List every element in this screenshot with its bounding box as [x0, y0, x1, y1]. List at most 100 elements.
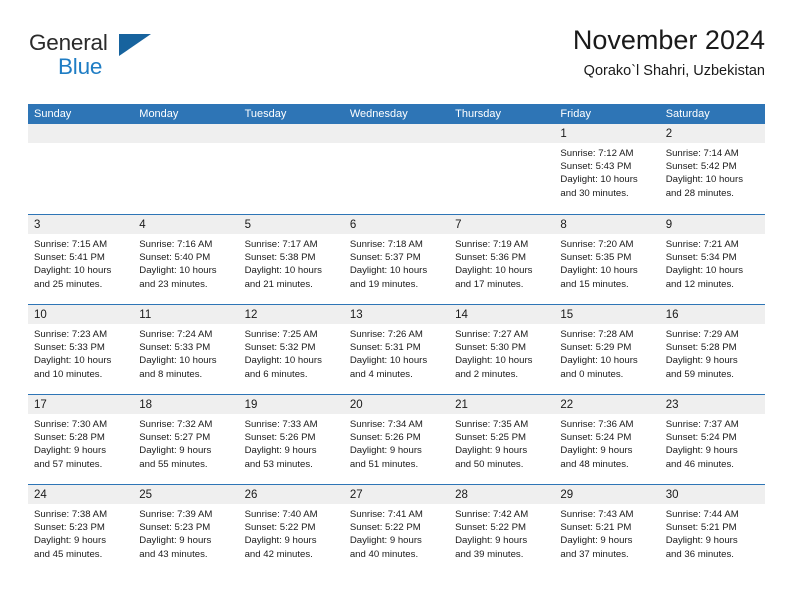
sunset-text: Sunset: 5:34 PM — [665, 252, 737, 264]
day-number-band: 2 — [659, 124, 765, 143]
sunset-text: Sunset: 5:29 PM — [560, 342, 632, 354]
logo-text-general: General — [29, 30, 108, 55]
calendar-day-cell[interactable]: 14 Sunrise: 7:27 AM Sunset: 5:30 PM Dayligh… — [449, 305, 555, 394]
calendar-day-cell[interactable]: 25 Sunrise: 7:39 AM Sunset: 5:23 PM Dayligh… — [133, 485, 239, 574]
calendar-day-cell[interactable]: 5 Sunrise: 7:17 AM Sunset: 5:38 PM Daylight… — [238, 215, 344, 304]
day-number-band: 11 — [133, 305, 239, 324]
calendar-day-cell[interactable]: 29 Sunrise: 7:43 AM Sunset: 5:21 PM Dayligh… — [554, 485, 660, 574]
daylight-text-cont: and 30 minutes. — [560, 187, 629, 199]
sunrise-text: Sunrise: 7:43 AM — [560, 509, 634, 520]
daylight-text: Daylight: 9 hours — [349, 535, 422, 547]
sunset-text: Sunset: 5:35 PM — [560, 252, 632, 264]
sunrise-text: Sunrise: 7:18 AM — [349, 239, 423, 250]
day-number: 25 — [139, 489, 153, 501]
sunrise-text: Sunrise: 7:25 AM — [244, 329, 318, 340]
day-number-band: 1 — [554, 124, 660, 143]
day-number: 22 — [560, 399, 574, 411]
day-number-band: 18 — [133, 395, 239, 414]
day-details — [133, 143, 238, 147]
day-details: Sunrise: 7:42 AM Sunset: 5:22 PM Daylight:… — [449, 504, 554, 561]
sunset-text: Sunset: 5:40 PM — [139, 252, 211, 264]
daylight-text-cont: and 25 minutes. — [34, 278, 103, 290]
day-number-band: 8 — [554, 215, 660, 234]
calendar-day-cell[interactable]: 18 Sunrise: 7:32 AM Sunset: 5:27 PM Dayligh… — [133, 395, 239, 484]
day-number-band: 21 — [449, 395, 555, 414]
day-number-band: 5 — [238, 215, 344, 234]
day-number-band: 12 — [238, 305, 344, 324]
calendar-day-cell[interactable]: 3 Sunrise: 7:15 AM Sunset: 5:41 PM Daylight… — [28, 215, 134, 304]
sunrise-text: Sunrise: 7:15 AM — [34, 239, 108, 250]
calendar-day-cell[interactable]: 15 Sunrise: 7:28 AM Sunset: 5:29 PM Dayligh… — [554, 305, 660, 394]
calendar-day-cell[interactable]: 26 Sunrise: 7:40 AM Sunset: 5:22 PM Dayligh… — [238, 485, 344, 574]
sunrise-text: Sunrise: 7:19 AM — [455, 239, 529, 250]
calendar-day-cell[interactable]: 2 Sunrise: 7:14 AM Sunset: 5:42 PM Daylight… — [659, 124, 765, 214]
day-number: 27 — [349, 489, 363, 501]
calendar-day-cell[interactable]: 11 Sunrise: 7:24 AM Sunset: 5:33 PM Dayligh… — [133, 305, 239, 394]
sunrise-text: Sunrise: 7:39 AM — [139, 509, 213, 520]
day-number: 12 — [244, 309, 258, 321]
calendar-day-cell[interactable]: 20 Sunrise: 7:34 AM Sunset: 5:26 PM Dayligh… — [343, 395, 450, 484]
calendar-day-cell[interactable]: 17 Sunrise: 7:30 AM Sunset: 5:28 PM Dayligh… — [28, 395, 134, 484]
daylight-text-cont: and 45 minutes. — [34, 548, 103, 560]
day-number: 17 — [34, 399, 47, 411]
calendar-day-cell[interactable]: 13 Sunrise: 7:26 AM Sunset: 5:31 PM Dayligh… — [343, 305, 450, 394]
daylight-text-cont: and 57 minutes. — [34, 458, 103, 470]
calendar-day-cell[interactable]: 28 Sunrise: 7:42 AM Sunset: 5:22 PM Dayligh… — [449, 485, 555, 574]
calendar-day-cell[interactable]: 12 Sunrise: 7:25 AM Sunset: 5:32 PM Dayligh… — [238, 305, 344, 394]
calendar-day-cell[interactable]: 10 Sunrise: 7:23 AM Sunset: 5:33 PM Dayligh… — [28, 305, 134, 394]
day-number: 1 — [560, 128, 567, 140]
daylight-text: Daylight: 10 hours — [560, 355, 638, 367]
daylight-text: Daylight: 9 hours — [455, 535, 528, 547]
day-number-band: 22 — [554, 395, 660, 414]
daylight-text-cont: and 43 minutes. — [139, 548, 208, 560]
daylight-text-cont: and 17 minutes. — [455, 278, 524, 290]
daylight-text: Daylight: 9 hours — [455, 445, 528, 457]
daylight-text: Daylight: 9 hours — [139, 445, 212, 457]
day-details: Sunrise: 7:21 AM Sunset: 5:34 PM Daylight:… — [660, 234, 765, 291]
daylight-text-cont: and 53 minutes. — [244, 458, 313, 470]
daylight-text-cont: and 2 minutes. — [455, 368, 519, 380]
calendar-day-cell[interactable]: 21 Sunrise: 7:35 AM Sunset: 5:25 PM Dayligh… — [449, 395, 555, 484]
day-number: 7 — [455, 219, 462, 231]
calendar-day-cell[interactable]: 6 Sunrise: 7:18 AM Sunset: 5:37 PM Daylight… — [343, 215, 450, 304]
calendar-day-cell[interactable]: 30 Sunrise: 7:44 AM Sunset: 5:21 PM Dayligh… — [659, 485, 765, 574]
daylight-text-cont: and 21 minutes. — [244, 278, 313, 290]
calendar-day-cell[interactable]: 19 Sunrise: 7:33 AM Sunset: 5:26 PM Dayligh… — [238, 395, 344, 484]
daylight-text-cont: and 4 minutes. — [349, 368, 413, 380]
weekday-header-friday: Friday — [560, 108, 591, 120]
day-number: 4 — [139, 219, 146, 231]
calendar-day-cell[interactable]: 1 Sunrise: 7:12 AM Sunset: 5:43 PM Daylight… — [554, 124, 660, 214]
sunrise-text: Sunrise: 7:20 AM — [560, 239, 634, 250]
day-details: Sunrise: 7:12 AM Sunset: 5:43 PM Daylight:… — [554, 143, 659, 200]
daylight-text-cont: and 12 minutes. — [665, 278, 734, 290]
sunset-text: Sunset: 5:24 PM — [560, 432, 632, 444]
day-details — [28, 143, 133, 147]
calendar-day-cell[interactable]: 7 Sunrise: 7:19 AM Sunset: 5:36 PM Daylight… — [449, 215, 555, 304]
sunset-text: Sunset: 5:28 PM — [34, 432, 105, 444]
day-details: Sunrise: 7:38 AM Sunset: 5:23 PM Daylight:… — [28, 504, 133, 561]
day-number-band: 30 — [659, 485, 765, 504]
general-blue-logo[interactable]: General Blue — [28, 30, 168, 88]
calendar-day-cell[interactable]: 8 Sunrise: 7:20 AM Sunset: 5:35 PM Daylight… — [554, 215, 660, 304]
sunset-text: Sunset: 5:23 PM — [34, 522, 105, 534]
day-details: Sunrise: 7:24 AM Sunset: 5:33 PM Daylight:… — [133, 324, 238, 381]
sunrise-text: Sunrise: 7:16 AM — [139, 239, 213, 250]
day-number: 28 — [455, 489, 468, 501]
day-number-band: 14 — [449, 305, 555, 324]
calendar-page: General Blue November 2024 Qorako`l Shah… — [0, 0, 792, 612]
day-number: 18 — [139, 399, 153, 411]
day-number-band: 29 — [554, 485, 660, 504]
sunset-text: Sunset: 5:27 PM — [139, 432, 211, 444]
day-details: Sunrise: 7:16 AM Sunset: 5:40 PM Daylight:… — [133, 234, 238, 291]
calendar-day-cell[interactable]: 9 Sunrise: 7:21 AM Sunset: 5:34 PM Daylight… — [659, 215, 765, 304]
calendar-day-cell[interactable]: 27 Sunrise: 7:41 AM Sunset: 5:22 PM Dayligh… — [343, 485, 450, 574]
sunset-text: Sunset: 5:38 PM — [244, 252, 316, 264]
calendar-day-cell[interactable]: 23 Sunrise: 7:37 AM Sunset: 5:24 PM Dayligh… — [659, 395, 765, 484]
calendar-day-cell[interactable]: 16 Sunrise: 7:29 AM Sunset: 5:28 PM Dayligh… — [659, 305, 765, 394]
calendar-day-cell[interactable]: 24 Sunrise: 7:38 AM Sunset: 5:23 PM Dayligh… — [28, 485, 134, 574]
calendar-day-cell[interactable]: 22 Sunrise: 7:36 AM Sunset: 5:24 PM Dayligh… — [554, 395, 660, 484]
day-number: 3 — [34, 219, 41, 231]
calendar-day-cell[interactable]: 4 Sunrise: 7:16 AM Sunset: 5:40 PM Daylight… — [133, 215, 239, 304]
sunset-text: Sunset: 5:22 PM — [349, 522, 421, 534]
day-details: Sunrise: 7:14 AM Sunset: 5:42 PM Daylight:… — [660, 143, 765, 200]
